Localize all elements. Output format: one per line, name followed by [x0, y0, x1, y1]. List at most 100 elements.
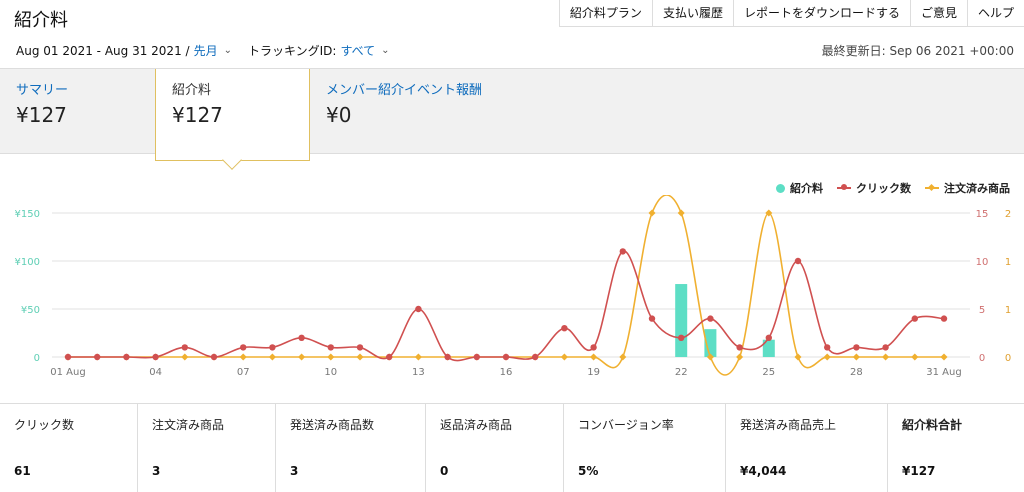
- orders-point: [648, 209, 656, 217]
- tab-member-bonus-value: ¥0: [326, 103, 352, 127]
- summary-tabs: サマリー ¥127 紹介料 ¥127 メンバー紹介イベント報酬 ¥0: [0, 68, 1024, 161]
- stat-total-fee: 紹介料合計 ¥127: [888, 404, 1024, 492]
- stat-label: 紹介料合計: [902, 418, 963, 432]
- clicks-point: [678, 334, 685, 341]
- legend-label: 紹介料: [790, 182, 823, 195]
- x-tick-label: 01 Aug: [50, 367, 85, 378]
- clicks-point: [736, 344, 743, 351]
- clicks-point: [123, 353, 130, 361]
- stat-value: 3: [152, 464, 161, 478]
- stat-label: コンバージョン率: [578, 418, 674, 432]
- orders-point: [619, 353, 627, 361]
- orders-point: [268, 353, 276, 361]
- tab-summary-value: ¥127: [16, 103, 67, 127]
- tab-summary[interactable]: サマリー ¥127: [0, 69, 155, 155]
- stat-label: 発送済み商品数: [290, 418, 375, 432]
- clicks-point: [619, 248, 626, 255]
- clicks-point: [794, 257, 802, 265]
- clicks-point: [298, 334, 305, 341]
- orders-point: [882, 353, 890, 361]
- y-right-orders-tick-label: 2: [1005, 209, 1011, 220]
- nav-payment-history-button[interactable]: 支払い履歴: [653, 0, 734, 26]
- orders-point: [298, 353, 306, 361]
- stat-label: 注文済み商品: [152, 418, 225, 432]
- orders-point: [590, 353, 598, 361]
- clicks-point: [911, 315, 918, 322]
- stat-conversion-rate: コンバージョン率 5%: [564, 404, 726, 492]
- tab-referral-fee[interactable]: 紹介料 ¥127: [155, 69, 310, 161]
- orders-point: [794, 353, 802, 361]
- stat-label: クリック数: [14, 418, 75, 432]
- x-tick-label: 31 Aug: [926, 367, 961, 378]
- tab-member-bonus-label: メンバー紹介イベント報酬: [326, 83, 483, 98]
- tab-member-bonus[interactable]: メンバー紹介イベント報酬 ¥0: [310, 69, 530, 155]
- stat-value: 0: [440, 464, 449, 478]
- clicks-point: [152, 353, 159, 361]
- x-tick-label: 07: [237, 367, 250, 378]
- nav-feedback-button[interactable]: ご意見: [911, 0, 968, 26]
- clicks-point: [502, 353, 510, 361]
- page-title: 紹介料: [14, 10, 68, 31]
- stat-label: 発送済み商品売上: [740, 418, 837, 432]
- chevron-down-icon[interactable]: ⌄: [381, 45, 389, 56]
- last-updated-text: 最終更新日: Sep 06 2021 +00:00: [821, 44, 1014, 58]
- legend-item-fee[interactable]: 紹介料: [776, 180, 823, 196]
- stat-value: ¥4,044: [740, 464, 787, 478]
- x-tick-label: 25: [762, 367, 775, 378]
- y-right-clicks-tick-label: 0: [979, 353, 985, 364]
- clicks-point: [181, 344, 188, 351]
- y-right-orders-tick-label: 0: [1005, 353, 1011, 364]
- top-navigation: 紹介料プラン 支払い履歴 レポートをダウンロードする ご意見 ヘルプ: [558, 0, 1024, 27]
- x-tick-label: 22: [675, 367, 688, 378]
- stat-value: 5%: [578, 464, 599, 478]
- stat-shipped-items: 発送済み商品数 3: [276, 404, 426, 492]
- legend-label: 注文済み商品: [944, 182, 1010, 195]
- stats-bar: クリック数 61 注文済み商品 3 発送済み商品数 3 返品済み商品 0 コンバ…: [0, 403, 1024, 492]
- tab-summary-label: サマリー: [16, 83, 69, 98]
- x-tick-label: 04: [149, 367, 162, 378]
- tab-referral-fee-value: ¥127: [172, 103, 223, 127]
- orders-point: [911, 353, 919, 361]
- stat-ordered-items: 注文済み商品 3: [138, 404, 276, 492]
- chevron-down-icon[interactable]: ⌄: [224, 45, 232, 56]
- date-range-text: Aug 01 2021 - Aug 31 2021 /: [16, 43, 190, 58]
- nav-help-button[interactable]: ヘルプ: [968, 0, 1024, 26]
- y-right-clicks-tick-label: 10: [976, 257, 989, 268]
- nav-fee-plan-button[interactable]: 紹介料プラン: [560, 0, 653, 26]
- nav-download-report-button[interactable]: レポートをダウンロードする: [734, 0, 911, 26]
- clicks-series-line: [68, 250, 945, 362]
- stat-value: 61: [14, 464, 31, 478]
- clicks-point: [648, 315, 656, 322]
- clicks-point: [415, 305, 422, 313]
- clicks-point: [240, 344, 247, 351]
- orders-point: [852, 353, 860, 361]
- clicks-point: [269, 344, 276, 351]
- clicks-point: [356, 344, 364, 351]
- tracking-id-dropdown[interactable]: すべて: [340, 42, 375, 59]
- clicks-point: [882, 344, 889, 351]
- y-right-clicks-tick-label: 15: [976, 209, 989, 220]
- x-tick-label: 16: [500, 367, 513, 378]
- clicks-point: [327, 344, 334, 351]
- legend-label: クリック数: [856, 182, 911, 195]
- fee-bar: [675, 284, 688, 357]
- clicks-point: [444, 353, 451, 361]
- stat-value: ¥127: [902, 464, 936, 478]
- orders-point: [414, 353, 422, 361]
- stat-value: 3: [290, 464, 299, 478]
- chart-legend: 紹介料 クリック数 注文済み商品: [776, 180, 1010, 196]
- legend-item-orders[interactable]: 注文済み商品: [925, 180, 1010, 196]
- clicks-point: [473, 353, 480, 361]
- clicks-point: [386, 353, 393, 361]
- period-dropdown[interactable]: 先月: [194, 42, 218, 59]
- y-left-tick-label: ¥100: [15, 257, 40, 268]
- stat-shipped-revenue: 発送済み商品売上 ¥4,044: [726, 404, 888, 492]
- stat-returned-items: 返品済み商品 0: [426, 404, 564, 492]
- y-left-tick-label: ¥50: [21, 305, 40, 316]
- legend-diamond-icon: [925, 187, 939, 189]
- legend-item-clicks[interactable]: クリック数: [837, 180, 911, 196]
- tab-referral-fee-label: 紹介料: [172, 83, 212, 98]
- clicks-point: [824, 344, 831, 351]
- orders-point: [327, 353, 335, 361]
- y-right-orders-tick-label: 1: [1005, 257, 1011, 268]
